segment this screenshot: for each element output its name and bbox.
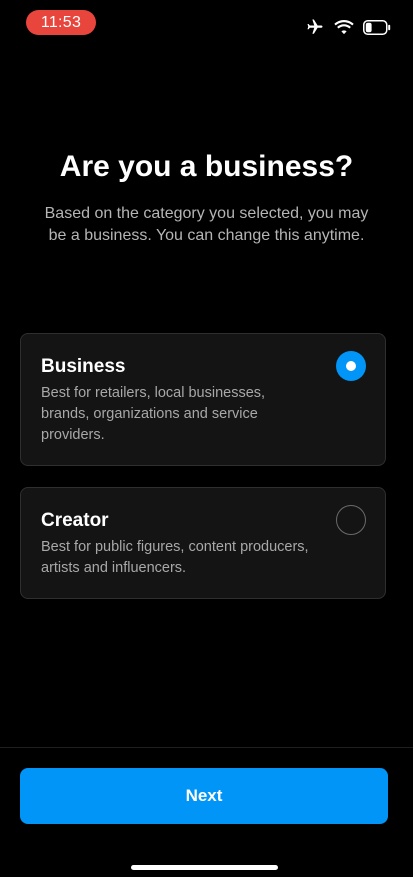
creator-option-card[interactable]: Creator Best for public figures, content… bbox=[20, 487, 386, 599]
wifi-icon bbox=[334, 19, 354, 35]
battery-icon bbox=[363, 19, 391, 35]
status-bar: 11:53 bbox=[0, 0, 413, 46]
page-title: Are you a business? bbox=[59, 150, 354, 183]
business-option-card[interactable]: Business Best for retailers, local busin… bbox=[20, 333, 386, 466]
creator-option-title: Creator bbox=[41, 510, 109, 531]
home-indicator bbox=[131, 865, 278, 870]
status-icons bbox=[305, 17, 391, 37]
status-time: 11:53 bbox=[26, 10, 96, 35]
airplane-icon bbox=[305, 18, 325, 36]
business-radio-button[interactable] bbox=[336, 351, 366, 381]
footer-divider bbox=[0, 747, 413, 748]
creator-option-description: Best for public figures, content produce… bbox=[41, 539, 309, 576]
business-option-title: Business bbox=[41, 356, 126, 377]
next-button[interactable]: Next bbox=[20, 768, 388, 824]
creator-radio-button[interactable] bbox=[336, 505, 366, 535]
page-subtitle: Based on the category you selected, you … bbox=[44, 205, 369, 244]
business-option-description: Best for retailers, local businesses, br… bbox=[41, 385, 266, 443]
